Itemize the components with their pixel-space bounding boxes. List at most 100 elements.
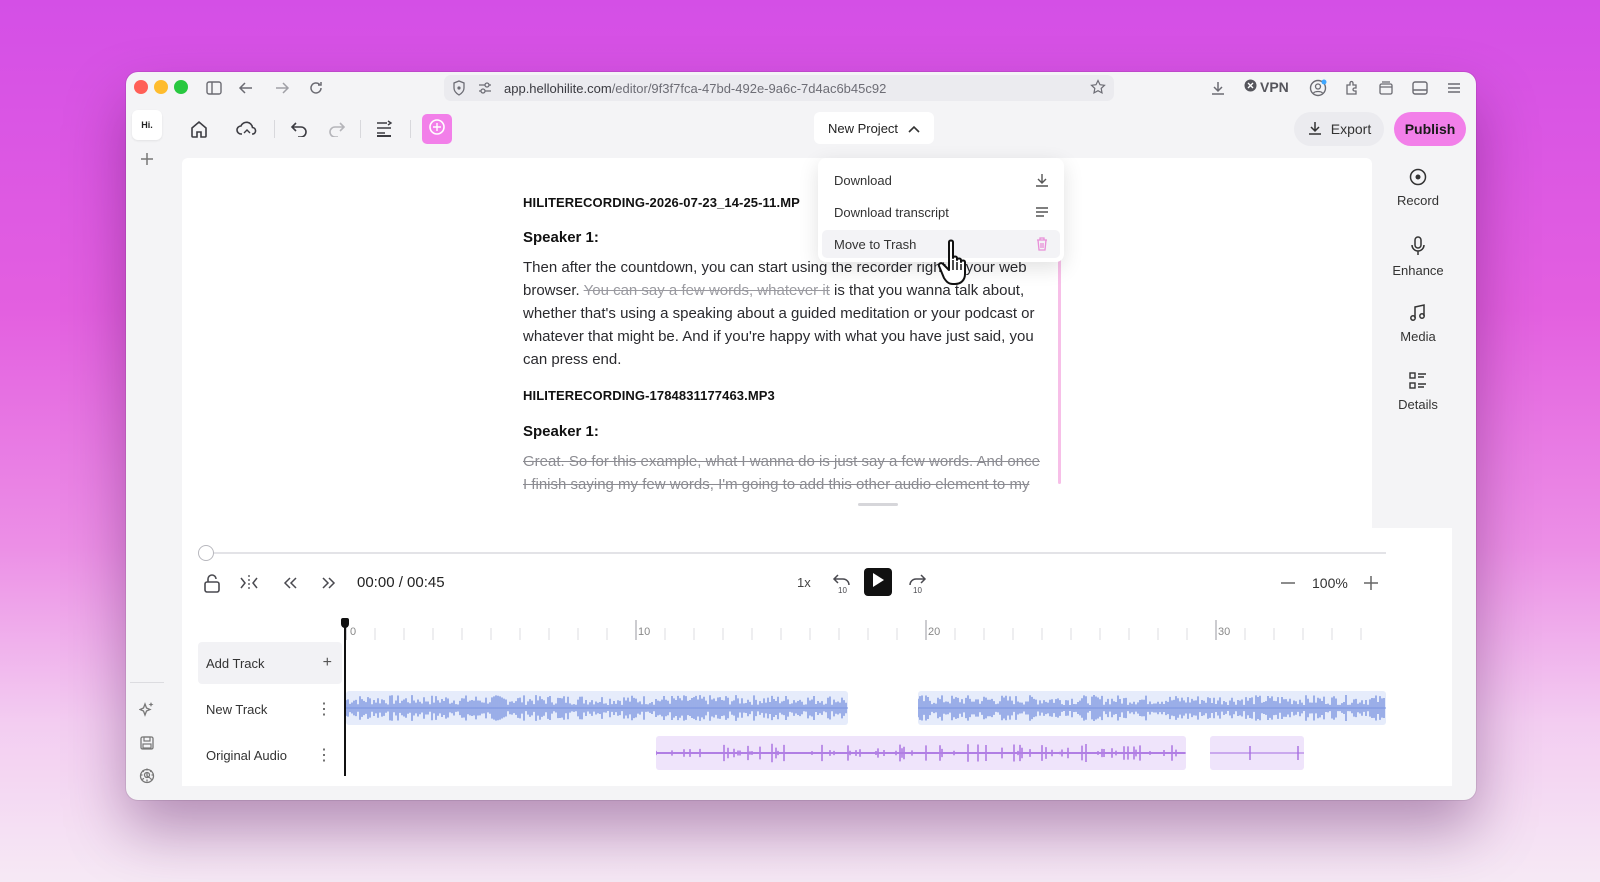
record-tool[interactable]: Record [1380,168,1456,208]
original-audio-clip-1[interactable] [656,736,1186,770]
add-track-button[interactable]: Add Track + [198,642,342,684]
vpn-icon [1244,79,1257,95]
playback-speed[interactable]: 1x [797,575,811,590]
file-title-1: HILITERECORDING-2026-07-23_14-25-11.MP [523,195,800,210]
transcript-paragraph-1[interactable]: Then after the countdown, you can start … [523,256,1058,371]
fast-forward-icon[interactable] [318,572,340,594]
menu-icon[interactable] [1444,78,1464,98]
lines-icon [1034,204,1050,220]
ruler-label-0: 0 [350,626,357,638]
wallet-icon[interactable] [1376,78,1396,98]
track-row-new-track[interactable]: New Track ⋮ [198,688,342,730]
layout-tracks-icon[interactable] [373,118,395,140]
cloud-sync-icon[interactable] [236,118,258,140]
details-label: Details [1398,397,1438,412]
reload-icon[interactable] [306,78,326,98]
rail-divider [130,682,164,683]
svg-text:10: 10 [838,586,847,594]
hand-cursor-icon [937,238,975,288]
progress-track[interactable] [206,552,1386,554]
sparkle-icon[interactable] [138,700,156,718]
downloads-icon[interactable] [1208,78,1228,98]
url-text[interactable]: app.hellohilite.com/editor/9f3f7fca-47bd… [504,81,886,96]
bookmark-star-icon[interactable] [1090,79,1106,98]
details-icon [1409,372,1427,393]
url-path: /editor/9f3f7fca-47bd-492e-9a6c-7d4ac6b4… [611,81,887,96]
chevron-up-icon [908,121,920,136]
new-track-label: New Track [206,701,268,717]
project-menu-button[interactable]: New Project [814,112,934,144]
download-menu-item[interactable]: Download [822,166,1060,194]
skip-forward-10-icon[interactable]: 10 [905,572,927,594]
redo-icon[interactable] [326,118,348,140]
forward-icon[interactable] [272,78,292,98]
browser-toolbar: app.hellohilite.com/editor/9f3f7fca-47bd… [126,72,1476,106]
zoom-out-icon[interactable] [1277,572,1299,594]
publish-button[interactable]: Publish [1394,112,1466,146]
play-icon [871,572,885,593]
file-title-2: HILITERECORDING-1784831177463.MP3 [523,388,775,403]
move-to-trash-label: Move to Trash [834,236,917,252]
split-icon[interactable] [238,572,260,594]
export-label: Export [1330,121,1372,137]
minimize-window-button[interactable] [154,80,168,94]
add-icon[interactable] [138,150,156,168]
original-audio-clip-2[interactable] [1210,736,1304,770]
progress-knob[interactable] [198,545,214,561]
lock-icon[interactable] [201,572,223,594]
waveform-new-2 [918,695,1386,721]
enhance-label: Enhance [1392,263,1444,278]
save-drive-icon[interactable] [138,734,156,752]
track-row-original-audio[interactable]: Original Audio ⋮ [198,734,342,776]
enhance-tool[interactable]: Enhance [1380,236,1456,278]
paragraph-1-strikethrough: You can say a few words, whatever it [583,282,830,299]
export-download-icon [1307,120,1323,139]
selection-marker [1058,252,1061,484]
svg-text:10: 10 [913,586,922,594]
resize-handle[interactable] [858,503,898,506]
download-transcript-menu-item[interactable]: Download transcript [822,198,1060,226]
playhead-handle[interactable] [341,618,349,628]
ai-magic-button[interactable] [422,114,452,144]
new-track-more-icon[interactable]: ⋮ [316,699,332,719]
extensions-icon[interactable] [1342,78,1362,98]
add-track-label: Add Track [206,655,265,671]
ruler-label-10: 10 [638,626,651,638]
playhead[interactable] [344,620,346,776]
new-track-clip-2[interactable] [918,691,1386,725]
ruler-label-20: 20 [928,626,941,638]
right-tool-panel: Record Enhance Media Details [1380,158,1456,458]
music-icon [1409,304,1427,325]
export-button[interactable]: Export [1294,112,1384,146]
address-bar[interactable]: app.hellohilite.com/editor/9f3f7fca-47bd… [444,75,1114,101]
transcript-paragraph-2[interactable]: Great. So for this example, what I wanna… [523,450,1043,494]
waveform-original-2 [1210,746,1304,760]
home-icon[interactable] [188,118,210,140]
maximize-window-button[interactable] [174,80,188,94]
trash-icon [1034,236,1050,252]
close-window-button[interactable] [134,80,148,94]
settings-gear-icon[interactable] [138,766,156,784]
zoom-in-icon[interactable] [1360,572,1382,594]
zoom-level: 100% [1312,575,1348,591]
sidebar-right-icon[interactable] [1410,78,1430,98]
original-audio-label: Original Audio [206,747,287,763]
skip-back-10-icon[interactable]: 10 [832,572,854,594]
sidebar-toggle-icon[interactable] [204,78,224,98]
app-logo[interactable]: Hi. [132,110,162,140]
add-track-plus-icon[interactable]: + [323,654,332,672]
download-transcript-label: Download transcript [834,204,949,220]
account-icon[interactable] [1308,78,1328,98]
vpn-button[interactable]: VPN [1244,79,1289,95]
rewind-icon[interactable] [279,572,301,594]
shield-icon [452,80,466,99]
back-icon[interactable] [236,78,256,98]
play-button[interactable] [864,568,892,596]
details-tool[interactable]: Details [1380,372,1456,412]
original-audio-more-icon[interactable]: ⋮ [316,745,332,765]
vpn-label: VPN [1260,79,1289,95]
undo-icon[interactable] [288,118,310,140]
new-track-clip-1[interactable] [346,691,848,725]
media-tool[interactable]: Media [1380,304,1456,344]
site-settings-icon[interactable] [478,81,492,98]
